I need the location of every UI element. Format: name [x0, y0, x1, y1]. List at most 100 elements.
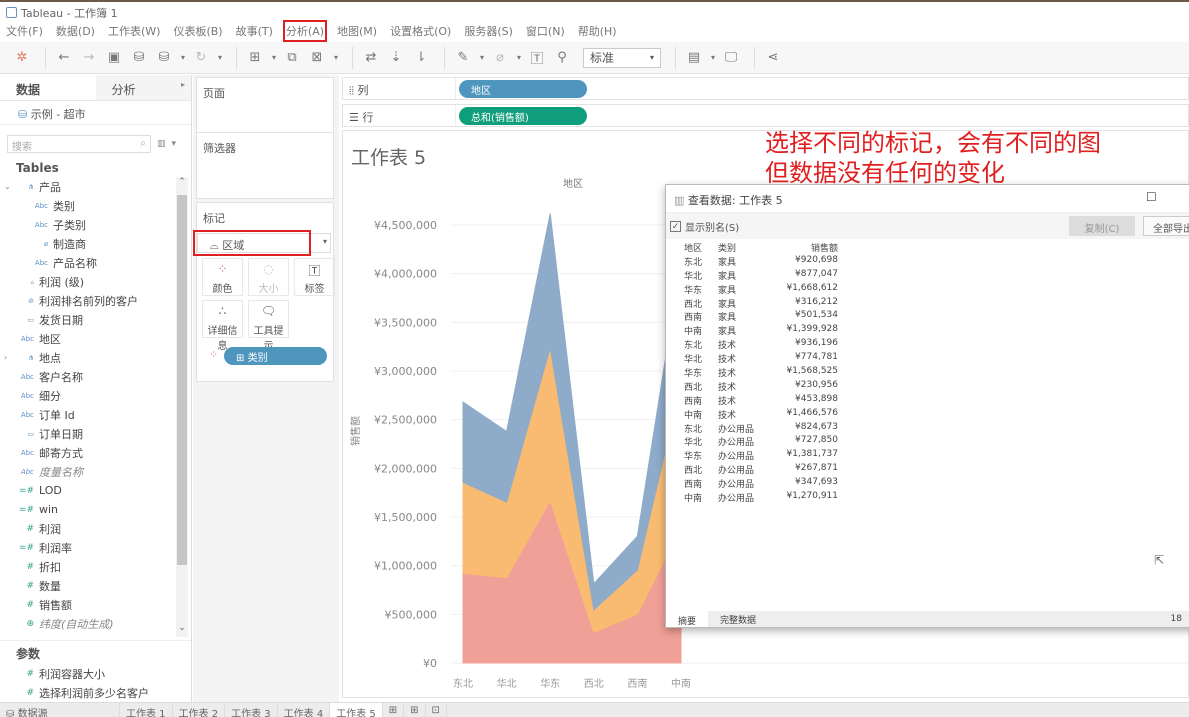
color-button[interactable]: ⁘ 颜色 — [202, 258, 243, 296]
color-pill[interactable]: ⊞ 类别 — [224, 347, 327, 365]
field-item[interactable]: # 利润 — [0, 519, 191, 538]
new-sheet-icon[interactable]: ⊞ — [245, 48, 265, 68]
field-item[interactable]: ▵ 利润 (级) — [0, 272, 191, 291]
field-item[interactable]: › ⋔ 地点 — [0, 348, 191, 367]
tab-full-data[interactable]: 完整数据 — [708, 613, 768, 626]
columns-shelf[interactable]: ⦙⦙ 列 地区 — [342, 77, 1189, 100]
presentation-icon[interactable]: 🖵 — [721, 48, 741, 68]
filters-card[interactable]: 筛选器 — [196, 132, 334, 199]
field-item[interactable]: # 数量 — [0, 576, 191, 595]
sort-asc-icon[interactable]: ⇣ — [386, 48, 406, 68]
menu-item[interactable]: 帮助(H) — [578, 23, 617, 39]
label-icon[interactable]: 🅃 — [527, 48, 547, 68]
forward-icon[interactable]: → — [79, 48, 99, 68]
menu-item[interactable]: 地图(M) — [337, 23, 377, 39]
sheet-tab[interactable]: 工作表 5 — [330, 703, 383, 717]
view-toggle-icon[interactable]: ▥ — [157, 139, 166, 149]
field-item[interactable]: Abc 产品名称 — [0, 253, 191, 272]
chevron-down-icon[interactable]: ▾ — [172, 139, 177, 149]
chevron-right-icon[interactable]: › — [4, 353, 12, 362]
menu-item[interactable]: 工作表(W) — [108, 23, 160, 39]
swap-icon[interactable]: ⇄ — [361, 48, 381, 68]
size-button[interactable]: ◌ 大小 — [248, 258, 289, 296]
show-alias-checkbox[interactable]: ✓ — [670, 220, 681, 232]
field-item[interactable]: Abc 度量名称 — [0, 462, 191, 481]
save-icon[interactable]: ▣ — [104, 48, 124, 68]
new-datasource-icon[interactable]: ⛁ — [129, 48, 149, 68]
chevron-down-icon[interactable]: ⌄ — [4, 182, 12, 191]
copy-button[interactable]: 复制(C) — [1069, 216, 1135, 236]
sheet-tab[interactable]: 工作表 4 — [278, 703, 331, 717]
field-item[interactable]: Abc 客户名称 — [0, 367, 191, 386]
label-button[interactable]: 🅃 标签 — [294, 258, 335, 296]
sheet-tab[interactable]: 工作表 3 — [225, 703, 278, 717]
field-item[interactable]: # 销售额 — [0, 595, 191, 614]
column-header[interactable]: 类别 — [710, 241, 766, 255]
columns-pill[interactable]: 地区 — [459, 80, 587, 98]
menu-item[interactable]: 窗口(N) — [526, 23, 565, 39]
sheet-tab[interactable]: 工作表 2 — [173, 703, 226, 717]
chevron-down-icon[interactable]: ▾ — [323, 237, 327, 246]
parameter-item[interactable]: # 利润容器大小 — [0, 664, 191, 683]
pin-icon[interactable]: ⚲ — [552, 48, 572, 68]
menu-item[interactable]: 故事(T) — [236, 23, 273, 39]
dropdown-icon[interactable]: ▾ — [515, 48, 523, 68]
field-item[interactable]: =# win — [0, 500, 191, 519]
maximize-icon[interactable]: ☐ — [1146, 190, 1157, 204]
field-item[interactable]: Abc 订单 Id — [0, 405, 191, 424]
pause-update-icon[interactable]: ⛁ — [154, 48, 174, 68]
menu-item[interactable]: 设置格式(O) — [390, 23, 451, 39]
menu-item[interactable]: 数据(D) — [56, 23, 95, 39]
field-item[interactable]: ⊘ 利润排名前列的客户 — [0, 291, 191, 310]
share-icon[interactable]: ⋖ — [763, 48, 783, 68]
menu-item[interactable]: 仪表板(B) — [173, 23, 222, 39]
rows-shelf[interactable]: ☰ 行 总和(销售额) — [342, 104, 1189, 127]
parameter-item[interactable]: # 选择利润前多少名客户 — [0, 683, 191, 702]
field-item[interactable]: # 折扣 — [0, 557, 191, 576]
scroll-down-icon[interactable]: ⌄ — [176, 623, 188, 637]
datasource-tab[interactable]: ⛁ 数据源 — [0, 703, 120, 717]
duplicate-sheet-icon[interactable]: ⧉ — [282, 48, 302, 68]
new-story-icon[interactable]: ⊡ — [426, 703, 447, 717]
refresh-icon[interactable]: ↻ — [191, 48, 211, 68]
field-item[interactable]: =# 利润率 — [0, 538, 191, 557]
field-item[interactable]: ⌀ 制造商 — [0, 234, 191, 253]
export-all-button[interactable]: 全部导出 — [1143, 216, 1189, 236]
tab-data[interactable]: 数据 — [0, 75, 96, 100]
show-cards-icon[interactable]: ▤ — [684, 48, 704, 68]
field-item[interactable]: ▭ 发货日期 — [0, 310, 191, 329]
dropdown-icon[interactable]: ▾ — [179, 48, 187, 68]
tab-analytics[interactable]: 分析 — [95, 75, 191, 100]
scroll-up-icon[interactable]: ⌃ — [176, 177, 188, 191]
scrollbar-thumb[interactable] — [177, 195, 187, 565]
field-item[interactable]: Abc 类别 — [0, 196, 191, 215]
rows-pill[interactable]: 总和(销售额) — [459, 107, 587, 125]
column-header[interactable]: 销售额 — [766, 241, 838, 255]
datasource-item[interactable]: ⛁ 示例 - 超市 — [0, 101, 191, 125]
field-item[interactable]: Abc 邮寄方式 — [0, 443, 191, 462]
group-icon[interactable]: ⌀ — [490, 48, 510, 68]
tableau-logo-icon[interactable]: ✲ — [12, 48, 32, 68]
back-icon[interactable]: ← — [54, 48, 74, 68]
field-list-scrollbar[interactable]: ⌃ ⌄ — [176, 177, 188, 637]
menu-item[interactable]: 服务器(S) — [464, 23, 513, 39]
dropdown-icon[interactable]: ▾ — [332, 48, 340, 68]
menu-item[interactable]: 文件(F) — [6, 23, 43, 39]
detail-button[interactable]: ∴ 详细信息 — [202, 300, 243, 352]
field-item[interactable]: ▭ 订单日期 — [0, 424, 191, 443]
field-item[interactable]: Abc 地区 — [0, 329, 191, 348]
field-item[interactable]: Abc 子类别 — [0, 215, 191, 234]
menu-item[interactable]: 分析(A) — [282, 20, 328, 42]
field-item[interactable]: ⌄ ⋔ 产品 — [0, 177, 191, 196]
highlight-icon[interactable]: ✎ — [453, 48, 473, 68]
tooltip-button[interactable]: 🗨 工具提示 — [248, 300, 289, 352]
dropdown-icon[interactable]: ▾ — [478, 48, 486, 68]
new-sheet-icon[interactable]: ⊞ — [383, 703, 405, 717]
column-header[interactable]: 地区 — [672, 241, 710, 255]
dropdown-icon[interactable]: ▾ — [270, 48, 278, 68]
fit-select[interactable]: 标准 ▾ — [583, 47, 661, 68]
sort-desc-icon[interactable]: ⇂ — [411, 48, 431, 68]
search-input[interactable]: 搜索 ⌕ — [7, 135, 151, 153]
tab-summary[interactable]: 摘要 — [666, 611, 709, 627]
field-item[interactable]: ⊕ 纬度(自动生成) — [0, 614, 191, 633]
